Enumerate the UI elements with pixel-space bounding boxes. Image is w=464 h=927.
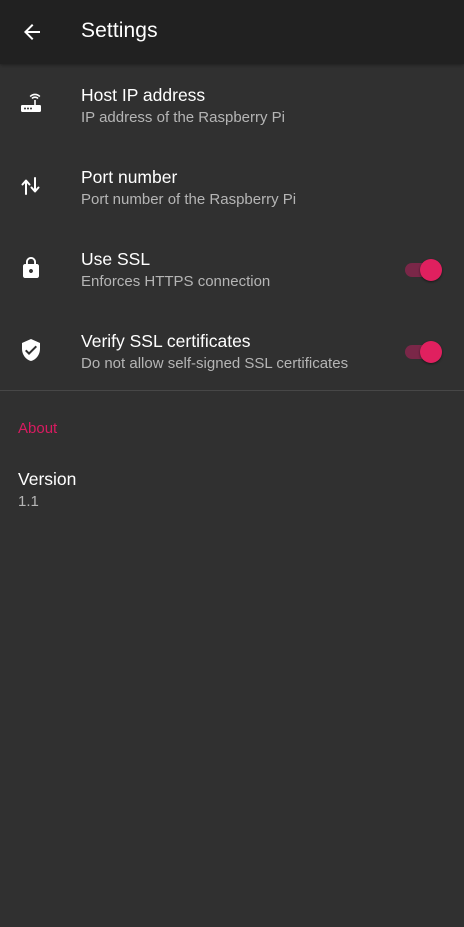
- use-ssl-switch[interactable]: [404, 259, 442, 281]
- pref-title: Port number: [81, 167, 178, 187]
- switch-thumb: [420, 341, 442, 363]
- section-divider: [0, 390, 464, 391]
- pref-title: Use SSL: [81, 249, 151, 269]
- pref-summary: Enforces HTTPS connection: [81, 273, 271, 290]
- version-value: 1.1: [18, 493, 39, 510]
- pref-host-ip[interactable]: Host IP address IP address of the Raspbe…: [0, 64, 464, 146]
- app-toolbar: Settings: [0, 0, 464, 64]
- settings-screen: Settings Host IP address IP address of t…: [0, 0, 464, 927]
- version-title: Version: [18, 469, 77, 489]
- arrow-back-icon: [24, 24, 40, 40]
- pref-port-number[interactable]: Port number Port number of the Raspberry…: [0, 146, 464, 228]
- back-button[interactable]: [12, 12, 52, 52]
- pref-title: Host IP address: [81, 85, 206, 105]
- verified-shield-icon: [19, 338, 43, 362]
- pref-summary: Port number of the Raspberry Pi: [81, 191, 297, 208]
- pref-title: Verify SSL certificates: [81, 331, 251, 351]
- pref-use-ssl[interactable]: Use SSL Enforces HTTPS connection: [0, 228, 464, 310]
- about-section-header: About: [18, 420, 58, 437]
- lock-icon: [19, 256, 43, 280]
- pref-summary: Do not allow self-signed SSL certificate…: [81, 355, 349, 372]
- swap-vertical-icon: [19, 174, 43, 198]
- pref-version[interactable]: Version 1.1: [0, 455, 464, 525]
- page-title: Settings: [81, 19, 158, 42]
- switch-thumb: [420, 259, 442, 281]
- router-icon: [19, 92, 43, 116]
- verify-ssl-switch[interactable]: [404, 341, 442, 363]
- pref-verify-ssl[interactable]: Verify SSL certificates Do not allow sel…: [0, 310, 464, 392]
- pref-summary: IP address of the Raspberry Pi: [81, 109, 285, 126]
